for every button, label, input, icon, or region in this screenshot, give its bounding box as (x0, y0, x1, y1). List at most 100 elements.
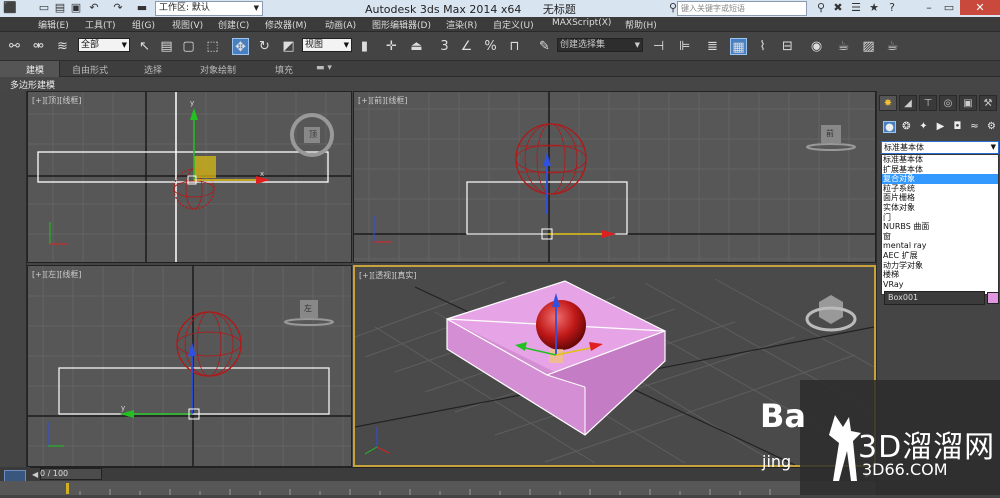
undo-icon[interactable]: ↶ (88, 2, 100, 14)
lights-icon[interactable]: ✦ (917, 121, 930, 133)
tab-selection[interactable]: 选择 (144, 63, 162, 76)
layer-manager-icon[interactable]: ≣ (704, 38, 721, 55)
category-item[interactable]: 窗 (882, 232, 998, 242)
systems-icon[interactable]: ⚙ (985, 121, 998, 133)
menu-edit[interactable]: 编辑(E) (38, 18, 69, 31)
keyboard-shortcut-icon[interactable]: ⏏ (408, 38, 425, 55)
redo-icon[interactable]: ↷ (112, 2, 124, 14)
select-object-icon[interactable]: ↖ (136, 38, 153, 55)
close-button[interactable]: ✕ (960, 0, 1000, 15)
tab-create-icon[interactable]: ✸ (879, 95, 897, 111)
favorites-star-icon[interactable]: ★ (868, 2, 880, 14)
spinner-snap-icon[interactable]: ⊓ (506, 38, 523, 55)
viewcube-left-face[interactable]: 左 (304, 303, 312, 314)
viewport-front-menu[interactable]: [+] (358, 96, 371, 105)
communication-icon[interactable]: ☰ (850, 2, 862, 14)
mirror-icon[interactable]: ⊣ (650, 38, 667, 55)
angle-snap-icon[interactable]: ∠ (458, 38, 475, 55)
workspace-dropdown[interactable]: 工作区: 默认 ▼ (155, 1, 263, 16)
viewport-front-name[interactable]: [前] (371, 96, 385, 105)
unlink-icon[interactable]: ⚮ (30, 38, 47, 55)
infocenter-icon[interactable]: ✖ (832, 2, 844, 14)
viewport-left[interactable]: y [+][左][线框] 左 (27, 265, 352, 467)
category-item[interactable]: AEC 扩展 (882, 251, 998, 261)
open-file-icon[interactable]: ▤ (54, 2, 66, 14)
viewport-top-name[interactable]: [顶] (45, 96, 59, 105)
selection-filter-dropdown[interactable]: 全部 ▼ (78, 38, 130, 52)
viewport-top-mode[interactable]: [线框] (59, 96, 81, 105)
tab-utilities-icon[interactable]: ⚒ (979, 95, 997, 111)
search-icon[interactable]: ⚲ (815, 2, 827, 14)
geometry-icon[interactable]: ● (883, 121, 896, 133)
category-item[interactable]: 标准基本体 (882, 155, 998, 165)
viewport-front-mode[interactable]: [线框] (385, 96, 407, 105)
time-slider[interactable]: ◀ ▶ (30, 467, 876, 481)
menu-customize[interactable]: 自定义(U) (493, 18, 534, 31)
viewcube-front-face[interactable]: 前 (826, 128, 834, 139)
link-icon[interactable]: ⚯ (6, 38, 23, 55)
viewport-left-label[interactable]: [+][左][线框] (32, 269, 81, 280)
category-item[interactable]: 门 (882, 213, 998, 223)
tab-object-paint[interactable]: 对象绘制 (200, 63, 236, 76)
shapes-icon[interactable]: ❂ (900, 121, 913, 133)
select-by-name-icon[interactable]: ▤ (158, 38, 175, 55)
menu-rendering[interactable]: 渲染(R) (446, 18, 477, 31)
select-move-icon[interactable]: ✥ (232, 38, 249, 55)
viewport-front[interactable]: [+][前][线框] 前 (353, 91, 876, 263)
help-icon[interactable]: ? (886, 2, 898, 14)
viewport-persp-label[interactable]: [+][透视][真实] (359, 270, 416, 281)
viewport-persp-menu[interactable]: [+] (359, 271, 372, 280)
pivot-center-icon[interactable]: ▮ (356, 38, 373, 55)
menu-tools[interactable]: 工具(T) (85, 18, 116, 31)
schematic-view-icon[interactable]: ⊟ (779, 38, 796, 55)
tab-modify-icon[interactable]: ◢ (899, 95, 917, 111)
material-editor-icon[interactable]: ◉ (808, 38, 825, 55)
cameras-icon[interactable]: ▶ (934, 121, 947, 133)
tab-populate[interactable]: 填充 (275, 63, 293, 76)
snaps-toggle-icon[interactable]: 3 (436, 38, 453, 55)
new-file-icon[interactable]: ▭ (38, 2, 50, 14)
viewport-top-label[interactable]: [+][顶][线框] (32, 95, 81, 106)
viewport-front-label[interactable]: [+][前][线框] (358, 95, 407, 106)
menu-animation[interactable]: 动画(A) (325, 18, 356, 31)
menu-views[interactable]: 视图(V) (172, 18, 203, 31)
named-selection-dropdown[interactable]: 创建选择集 ▼ (557, 38, 643, 52)
save-file-icon[interactable]: ▣ (70, 2, 82, 14)
viewport-persp-name[interactable]: [透视] (372, 271, 394, 280)
select-manipulate-icon[interactable]: ✛ (383, 38, 400, 55)
menu-graph-editors[interactable]: 图形编辑器(D) (372, 18, 431, 31)
viewcube-top-face[interactable]: 顶 (309, 129, 317, 140)
minimize-button[interactable]: – (920, 0, 938, 15)
menu-help[interactable]: 帮助(H) (625, 18, 657, 31)
ribbon-options-icon[interactable]: ▬ ▾ (316, 63, 332, 73)
category-item[interactable]: 楼梯 (882, 270, 998, 280)
menu-group[interactable]: 组(G) (132, 18, 155, 31)
viewport-left-mode[interactable]: [线框] (59, 270, 81, 279)
align-icon[interactable]: ⊫ (676, 38, 693, 55)
category-item[interactable]: 实体对象 (882, 203, 998, 213)
category-item[interactable]: 粒子系统 (882, 184, 998, 194)
viewport-left-name[interactable]: [左] (45, 270, 59, 279)
category-item-highlighted[interactable]: 复合对象 (882, 174, 998, 184)
reference-coord-dropdown[interactable]: 视图 ▼ (302, 38, 352, 52)
category-item[interactable]: 动力学对象 (882, 261, 998, 271)
category-item[interactable]: NURBS 曲面 (882, 222, 998, 232)
spacewarps-icon[interactable]: ≈ (968, 121, 981, 133)
render-teapot-icon[interactable]: ☕ (884, 38, 901, 55)
category-dropdown[interactable]: 标准基本体 ▼ (881, 141, 999, 154)
menu-maxscript[interactable]: MAXScript(X) (552, 18, 611, 28)
menu-modifiers[interactable]: 修改器(M) (265, 18, 307, 31)
helpers-icon[interactable]: ◘ (951, 121, 964, 133)
bind-spacewarp-icon[interactable]: ≋ (54, 38, 71, 55)
help-search-input[interactable]: 键入关键字或短语 (677, 1, 807, 16)
edit-named-selection-icon[interactable]: ✎ (536, 38, 553, 55)
menu-create[interactable]: 创建(C) (218, 18, 249, 31)
select-rotate-icon[interactable]: ↻ (256, 38, 273, 55)
graphite-tools-icon[interactable]: ▦ (730, 38, 747, 55)
rect-selection-icon[interactable]: ▢ (180, 38, 197, 55)
maximize-button[interactable]: ▭ (940, 0, 958, 15)
curve-editor-icon[interactable]: ⌇ (754, 38, 771, 55)
tab-motion-icon[interactable]: ◎ (939, 95, 957, 111)
object-color-swatch[interactable] (987, 292, 999, 304)
category-item[interactable]: VRay (882, 280, 998, 290)
